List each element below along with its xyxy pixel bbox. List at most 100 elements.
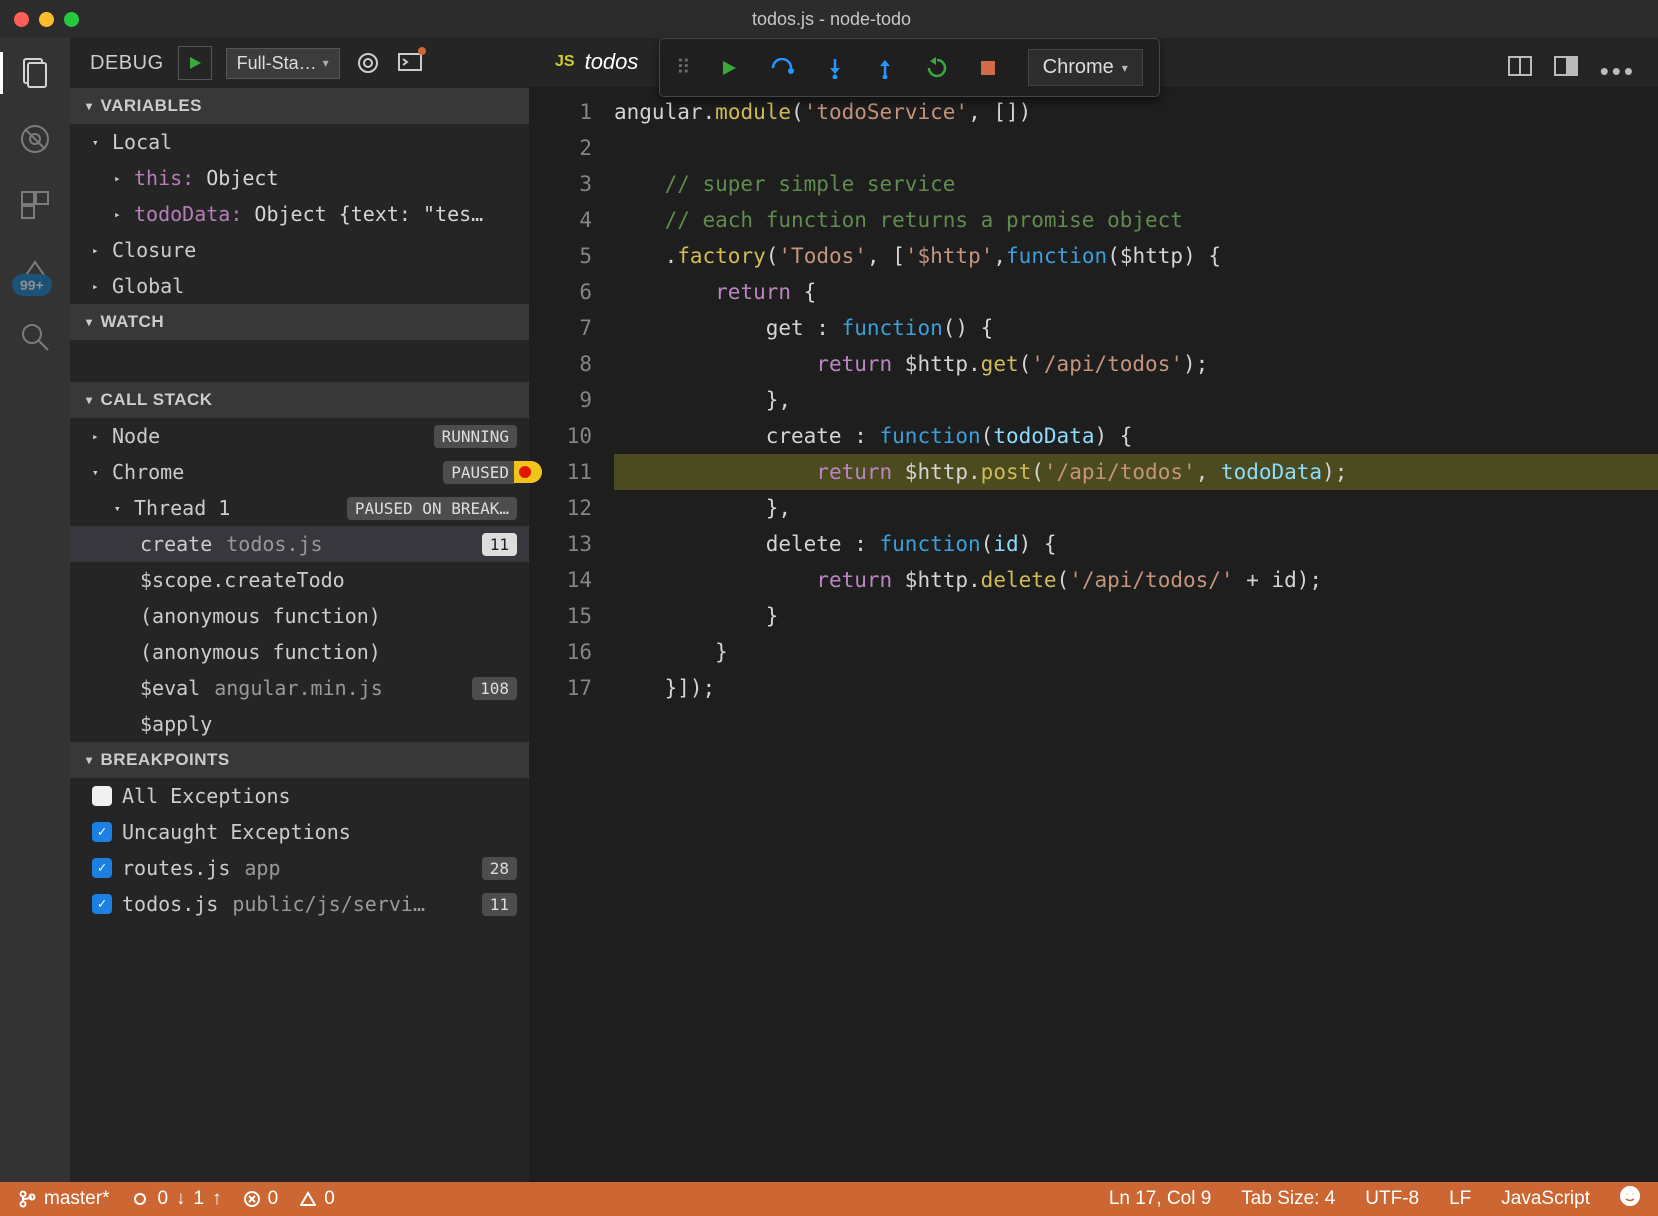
step-over-button[interactable] xyxy=(770,58,794,78)
breakpoints-section-header[interactable]: ▾BREAKPOINTS xyxy=(70,742,529,778)
line-number: 5 xyxy=(529,238,614,274)
maximize-window-button[interactable] xyxy=(64,12,79,27)
code-line[interactable] xyxy=(614,130,1658,166)
stack-frame[interactable]: createtodos.js11 xyxy=(70,526,529,562)
tab-todos[interactable]: JS todos xyxy=(529,37,664,87)
close-window-button[interactable] xyxy=(14,12,29,27)
var-tododata[interactable]: ▸todoData: Object {text: "tes… xyxy=(70,196,529,232)
variables-section-header[interactable]: ▾VARIABLES xyxy=(70,88,529,124)
scope-global[interactable]: ▸Global xyxy=(70,268,529,304)
code-editor[interactable]: 1234567891011121314151617 angular.module… xyxy=(529,88,1658,1182)
window-title: todos.js - node-todo xyxy=(79,9,1584,30)
checkbox-icon[interactable]: ✓ xyxy=(92,822,112,842)
code-line[interactable]: create : function(todoData) { xyxy=(614,418,1658,454)
restart-button[interactable] xyxy=(926,57,948,79)
git-sync[interactable]: 0↓ 1↑ xyxy=(131,1188,221,1210)
status-badge: PAUSED ON BREAK… xyxy=(347,497,517,520)
stack-frame[interactable]: $apply xyxy=(70,706,529,742)
feedback-icon[interactable] xyxy=(1620,1186,1640,1212)
explorer-tab-icon[interactable] xyxy=(16,54,54,92)
stop-button[interactable] xyxy=(980,60,996,76)
code-line[interactable]: angular.module('todoService', []) xyxy=(614,94,1658,130)
line-number: 2 xyxy=(529,130,614,166)
callstack-tree: ▸NodeRUNNING ▾ChromePAUSED ▾Thread 1PAUS… xyxy=(70,418,529,742)
encoding[interactable]: UTF-8 xyxy=(1365,1188,1419,1210)
stack-frame[interactable]: $scope.createTodo xyxy=(70,562,529,598)
launch-config-dropdown[interactable]: Full-Sta…▾ xyxy=(226,48,340,79)
start-debug-button[interactable] xyxy=(178,46,212,80)
cursor-position[interactable]: Ln 17, Col 9 xyxy=(1109,1188,1211,1210)
step-out-button[interactable] xyxy=(876,57,894,79)
callstack-node[interactable]: ▸NodeRUNNING xyxy=(70,418,529,454)
indentation[interactable]: Tab Size: 4 xyxy=(1241,1188,1335,1210)
bp-uncaught-exceptions[interactable]: ✓Uncaught Exceptions xyxy=(70,814,529,850)
line-number: 17 xyxy=(529,670,614,706)
continue-button[interactable] xyxy=(720,59,738,77)
code-line[interactable]: return $http.post('/api/todos', todoData… xyxy=(614,454,1658,490)
callstack-thread[interactable]: ▾Thread 1PAUSED ON BREAK… xyxy=(70,490,529,526)
code-body[interactable]: angular.module('todoService', []) // sup… xyxy=(614,88,1658,1182)
debug-sidebar: DEBUG Full-Sta…▾ ▾VARIABLES ▾Local ▸this… xyxy=(70,38,529,1182)
checkbox-icon[interactable] xyxy=(92,786,112,806)
extensions-tab-icon[interactable] xyxy=(16,186,54,224)
activity-bar: 99+ xyxy=(0,38,70,1182)
debug-target-dropdown[interactable]: Chrome▾ xyxy=(1028,49,1143,86)
debug-toolbar[interactable]: ⠿ Chrome▾ xyxy=(659,38,1160,97)
gear-icon[interactable] xyxy=(354,49,382,77)
code-line[interactable]: }, xyxy=(614,382,1658,418)
debug-console-icon[interactable] xyxy=(396,49,424,77)
code-line[interactable]: }]); xyxy=(614,670,1658,706)
checkbox-icon[interactable]: ✓ xyxy=(92,858,112,878)
stack-frame[interactable]: $evalangular.min.js108 xyxy=(70,670,529,706)
split-preview-icon[interactable] xyxy=(1508,56,1532,87)
scope-local[interactable]: ▾Local xyxy=(70,124,529,160)
code-line[interactable]: return { xyxy=(614,274,1658,310)
launch-config-value: Full-Sta… xyxy=(237,53,317,74)
more-actions-icon[interactable]: ••• xyxy=(1600,56,1636,87)
line-number: 6 xyxy=(529,274,614,310)
minimize-window-button[interactable] xyxy=(39,12,54,27)
line-number: 7 xyxy=(529,310,614,346)
callstack-section-header[interactable]: ▾CALL STACK xyxy=(70,382,529,418)
code-line[interactable]: } xyxy=(614,634,1658,670)
drag-handle-icon[interactable]: ⠿ xyxy=(676,55,688,80)
window-controls xyxy=(14,12,79,27)
callstack-chrome[interactable]: ▾ChromePAUSED xyxy=(70,454,529,490)
status-badge: RUNNING xyxy=(434,425,517,448)
code-line[interactable]: } xyxy=(614,598,1658,634)
debug-header: DEBUG Full-Sta…▾ xyxy=(70,38,529,88)
bp-all-exceptions[interactable]: All Exceptions xyxy=(70,778,529,814)
status-bar: master* 0↓ 1↑ 0 0 Ln 17, Col 9 Tab Size:… xyxy=(0,1182,1658,1216)
step-into-button[interactable] xyxy=(826,57,844,79)
code-line[interactable]: // super simple service xyxy=(614,166,1658,202)
code-line[interactable]: return $http.delete('/api/todos/' + id); xyxy=(614,562,1658,598)
js-icon: JS xyxy=(555,53,575,71)
problems-warnings[interactable]: 0 xyxy=(300,1188,335,1210)
watch-section-header[interactable]: ▾WATCH xyxy=(70,304,529,340)
bp-routes[interactable]: ✓routes.jsapp28 xyxy=(70,850,529,886)
code-line[interactable]: delete : function(id) { xyxy=(614,526,1658,562)
code-line[interactable]: // each function returns a promise objec… xyxy=(614,202,1658,238)
scope-closure[interactable]: ▸Closure xyxy=(70,232,529,268)
checkbox-icon[interactable]: ✓ xyxy=(92,894,112,914)
titlebar: todos.js - node-todo xyxy=(0,0,1658,38)
source-control-badge: 99+ xyxy=(12,274,52,296)
breakpoint-icon[interactable] xyxy=(514,461,542,483)
code-line[interactable]: get : function() { xyxy=(614,310,1658,346)
problems-errors[interactable]: 0 xyxy=(244,1188,279,1210)
search-tab-icon[interactable] xyxy=(16,318,54,356)
code-line[interactable]: }, xyxy=(614,490,1658,526)
language-mode[interactable]: JavaScript xyxy=(1501,1188,1590,1210)
code-line[interactable]: .factory('Todos', ['$http',function($htt… xyxy=(614,238,1658,274)
source-control-tab-icon[interactable]: 99+ xyxy=(16,252,54,290)
eol[interactable]: LF xyxy=(1449,1188,1471,1210)
stack-frame[interactable]: (anonymous function) xyxy=(70,598,529,634)
stack-frame[interactable]: (anonymous function) xyxy=(70,634,529,670)
split-editor-icon[interactable] xyxy=(1554,56,1578,87)
code-line[interactable]: return $http.get('/api/todos'); xyxy=(614,346,1658,382)
bp-todos[interactable]: ✓todos.jspublic/js/servi…11 xyxy=(70,886,529,922)
var-this[interactable]: ▸this: Object xyxy=(70,160,529,196)
debug-tab-icon[interactable] xyxy=(16,120,54,158)
line-number: 13 xyxy=(529,526,614,562)
git-branch[interactable]: master* xyxy=(18,1188,109,1210)
